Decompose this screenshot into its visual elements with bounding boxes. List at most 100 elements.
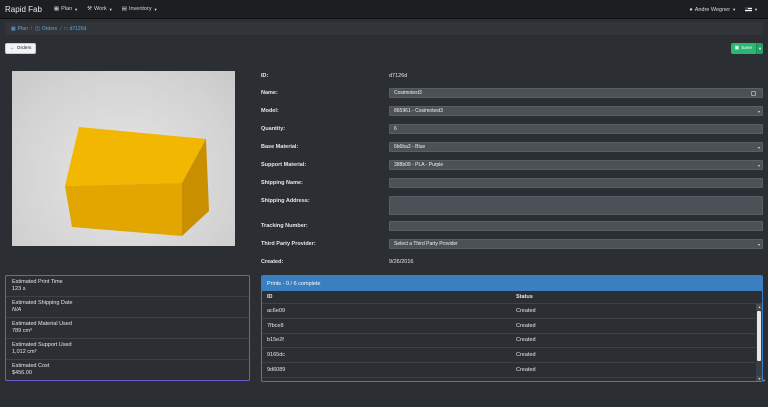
wrench-icon: ⚒ <box>87 6 93 12</box>
created-label: Created: <box>261 259 284 265</box>
estimate-value: $456.00 <box>12 370 32 376</box>
column-header-id: ID <box>267 294 273 300</box>
estimate-value: N/A <box>12 307 22 313</box>
form-row-shipping-address: Shipping Address: <box>261 196 763 215</box>
form-row-base-material: Base Material: 6b6ba3 - Blue ▾ <box>261 142 763 152</box>
nav-menu-work[interactable]: ⚒ Work ▼ <box>87 6 113 12</box>
back-to-orders-label: Orders <box>16 46 32 51</box>
nav-menu-inventory[interactable]: ▤ Inventory ▼ <box>122 6 158 12</box>
id-value: d7126d <box>389 73 408 79</box>
scroll-up-arrow-icon[interactable]: ▲ <box>756 304 762 310</box>
estimate-value: 123 s <box>12 286 26 292</box>
us-flag-icon <box>745 7 753 12</box>
estimate-label: Estimated Print Time <box>12 279 63 285</box>
estimate-shipping-date: Estimated Shipping Date N/A <box>6 297 249 318</box>
estimate-print-time: Estimated Print Time 123 s <box>6 276 249 297</box>
orders-icon: ◫ <box>35 25 40 32</box>
estimate-cost: Estimated Cost $456.00 <box>6 360 249 381</box>
select-arrows-icon: ▾ <box>757 242 760 247</box>
estimate-value: 1,012 cm³ <box>12 349 37 355</box>
quantity-label: Quantity: <box>261 126 286 132</box>
estimate-material-used: Estimated Material Used 789 cm³ <box>6 318 249 339</box>
save-button[interactable]: ▣ Save <box>730 43 756 54</box>
breadcrumb-orders-label: Orders <box>41 25 58 32</box>
created-value: 9/26/2016 <box>389 259 414 265</box>
print-id[interactable]: ac6e09 <box>267 308 285 314</box>
tracking-number-input[interactable] <box>389 221 763 231</box>
save-dropdown-toggle[interactable]: ▼ <box>756 43 763 54</box>
user-icon: ● <box>689 6 693 13</box>
name-input-value: Cosimotest3 <box>394 90 422 96</box>
nav-menu-inventory-label: Inventory <box>128 6 152 12</box>
table-row[interactable]: 9165dc Created <box>262 348 762 364</box>
user-menu[interactable]: ● Andre Wegner ▼ <box>689 7 736 13</box>
print-status: Created <box>516 367 536 374</box>
breadcrumb: ▦ Plan / ◫ Orders / □ d7126d <box>5 22 763 35</box>
chevron-down-icon: ▼ <box>758 46 762 51</box>
model-select[interactable]: 865961 - Cosimotest3 ▾ <box>389 106 763 116</box>
chevron-down-icon: ▼ <box>74 6 79 12</box>
support-material-label: Support Material: <box>261 162 307 168</box>
quantity-input-value: 6 <box>394 126 397 132</box>
form-row-model: Model: 865961 - Cosimotest3 ▾ <box>261 106 763 116</box>
breadcrumb-current[interactable]: □ d7126d <box>65 26 87 32</box>
table-row[interactable]: ac6e09 Created <box>262 304 762 319</box>
breadcrumb-separator: / <box>30 25 33 32</box>
language-menu[interactable]: ▼ <box>736 7 758 12</box>
breadcrumb-current-label: d7126d <box>69 25 87 32</box>
scrollbar-thumb[interactable] <box>757 311 761 361</box>
estimate-label: Estimated Material Used <box>12 321 72 327</box>
floppy-disk-icon: ▣ <box>734 46 740 51</box>
print-id[interactable]: b15e2f <box>267 337 284 343</box>
third-party-label: Third Party Provider: <box>261 241 316 247</box>
page-scroll-arrow-icon[interactable]: ▼ <box>758 378 768 384</box>
quantity-input[interactable]: 6 <box>389 124 763 134</box>
print-status: Created <box>516 337 536 344</box>
shipping-name-input[interactable] <box>389 178 763 188</box>
base-material-select[interactable]: 6b6ba3 - Blue ▾ <box>389 142 763 152</box>
print-status: Created <box>516 307 536 314</box>
field-options-icon <box>751 91 756 96</box>
print-id[interactable]: 9d6089 <box>267 367 285 373</box>
user-name: Andre Wegner <box>694 6 731 13</box>
table-row[interactable]: 9d6089 Created <box>262 363 762 378</box>
estimate-support-used: Estimated Support Used 1,012 cm³ <box>6 339 249 360</box>
support-material-select-value: 388b09 - PLA - Purple <box>394 162 444 168</box>
form-row-shipping-name: Shipping Name: <box>261 178 763 188</box>
chevron-down-icon: ▼ <box>754 7 758 12</box>
estimates-panel: Estimated Print Time 123 s Estimated Shi… <box>5 275 250 381</box>
shipping-name-label: Shipping Name: <box>261 180 303 186</box>
arrow-left-icon: ← <box>10 46 15 51</box>
base-material-select-value: 6b6ba3 - Blue <box>394 144 426 150</box>
prints-table: ID Status ac6e09 Created 7fbce8 Created … <box>262 291 762 378</box>
model-preview[interactable] <box>12 71 235 246</box>
breadcrumb-plan[interactable]: ▦ Plan <box>11 26 28 32</box>
table-row[interactable]: 7fbce8 Created <box>262 319 762 334</box>
back-to-orders-button[interactable]: ← Orders <box>5 43 37 54</box>
brand-logo[interactable]: Rapid Fab <box>5 5 42 14</box>
table-row[interactable]: b15e2f Created <box>262 334 762 349</box>
nav-menu-plan[interactable]: ▦ Plan ▼ <box>54 6 78 12</box>
prints-scrollbar[interactable]: ▲ ▼ <box>755 304 762 381</box>
form-row-tracking-number: Tracking Number: <box>261 221 763 231</box>
print-id[interactable]: 7fbce8 <box>267 323 284 329</box>
model-box-front <box>65 183 182 236</box>
form-row-name: Name: Cosimotest3 <box>261 88 763 98</box>
name-input[interactable]: Cosimotest3 <box>389 88 763 98</box>
model-box-render <box>65 127 209 236</box>
print-id[interactable]: 9165dc <box>267 352 285 358</box>
shipping-address-textarea[interactable] <box>389 196 763 215</box>
plan-icon: ▦ <box>53 6 60 12</box>
support-material-select[interactable]: 388b09 - PLA - Purple ▾ <box>389 160 763 170</box>
file-icon: □ <box>64 25 68 32</box>
third-party-select[interactable]: Select a Third Party Provider ▾ <box>389 239 763 249</box>
prints-panel-title: Prints - 0 / 6 complete <box>262 276 762 291</box>
id-label: ID: <box>261 73 269 79</box>
estimate-label: Estimated Cost <box>12 363 50 369</box>
model-box-top <box>65 127 206 186</box>
breadcrumb-orders[interactable]: ◫ Orders <box>35 26 57 32</box>
select-arrows-icon: ▾ <box>757 109 760 114</box>
form-row-created: Created: 9/26/2016 <box>261 258 763 266</box>
name-label: Name: <box>261 90 278 96</box>
print-status: Created <box>516 352 536 359</box>
